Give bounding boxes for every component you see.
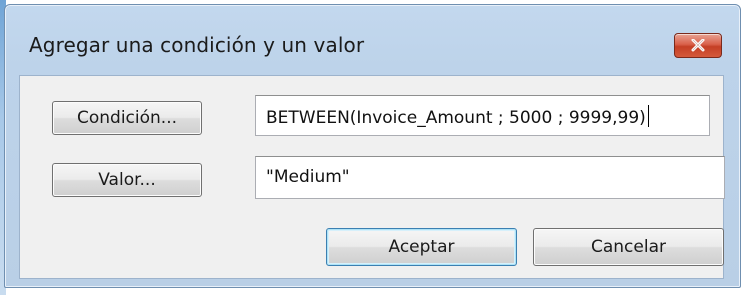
- value-text: "Medium": [266, 167, 350, 187]
- value-input[interactable]: "Medium": [255, 156, 725, 199]
- ok-button[interactable]: Aceptar: [326, 228, 517, 266]
- close-x-icon: [691, 39, 705, 52]
- title-bar[interactable]: Agregar una condición y un valor: [5, 5, 740, 75]
- condition-expression-value: BETWEEN(Invoice_Amount ; 5000 ; 9999,99): [266, 108, 646, 128]
- condition-expression-input[interactable]: BETWEEN(Invoice_Amount ; 5000 ; 9999,99): [255, 95, 710, 136]
- value-button-label: Valor...: [98, 170, 156, 190]
- text-caret: [647, 105, 649, 127]
- cancel-button[interactable]: Cancelar: [533, 228, 724, 266]
- condition-expression-text: BETWEEN(Invoice_Amount ; 5000 ; 9999,99): [266, 105, 649, 128]
- ok-button-label: Aceptar: [388, 237, 455, 257]
- close-button[interactable]: [674, 33, 722, 58]
- condition-button[interactable]: Condición...: [52, 101, 202, 135]
- dialog-title: Agregar una condición y un valor: [29, 33, 365, 57]
- value-button[interactable]: Valor...: [52, 163, 202, 197]
- dialog-client-area: Condición... BETWEEN(Invoice_Amount ; 50…: [19, 75, 725, 279]
- condition-button-label: Condición...: [76, 108, 178, 128]
- add-condition-dialog: Agregar una condición y un valor Condici…: [4, 4, 741, 288]
- cancel-button-label: Cancelar: [591, 237, 666, 257]
